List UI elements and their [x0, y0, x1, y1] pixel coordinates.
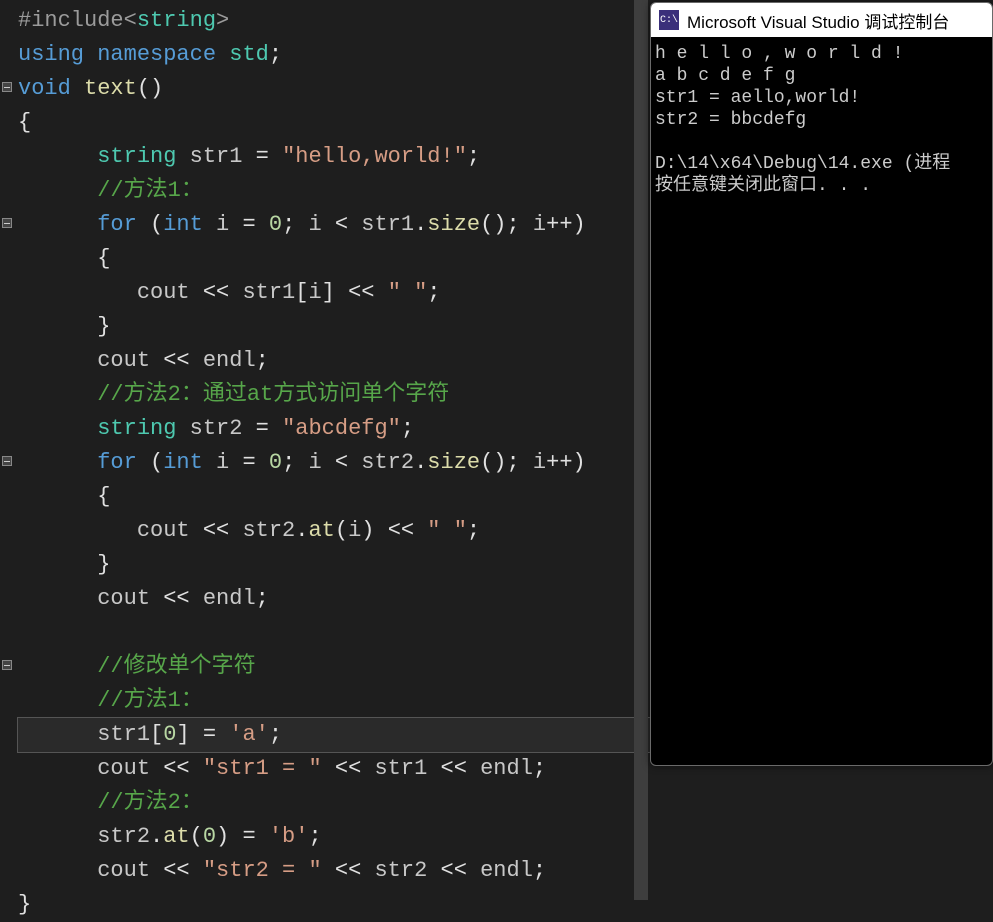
code-line[interactable]: } — [18, 548, 650, 582]
code-line[interactable]: } — [18, 888, 650, 922]
code-line[interactable]: { — [18, 106, 650, 140]
console-line: h e l l o , w o r l d ! — [655, 43, 988, 65]
code-line[interactable] — [18, 616, 650, 650]
code-line[interactable]: { — [18, 242, 650, 276]
code-line[interactable]: for (int i = 0; i < str1.size(); i++) — [18, 208, 650, 242]
code-content[interactable]: #include<string>using namespace std;void… — [0, 4, 650, 922]
code-line[interactable]: cout << "str1 = " << str1 << endl; — [18, 752, 650, 786]
code-line[interactable]: //方法1： — [18, 684, 650, 718]
console-line: str2 = bbcdefg — [655, 109, 988, 131]
console-line: D:\14\x64\Debug\14.exe (进程 — [655, 153, 988, 175]
code-line[interactable]: { — [18, 480, 650, 514]
console-output[interactable]: h e l l o , w o r l d !a b c d e f gstr1… — [651, 37, 992, 203]
code-line[interactable]: using namespace std; — [18, 38, 650, 72]
editor-scrollbar[interactable] — [634, 0, 648, 900]
fold-icon[interactable] — [2, 218, 12, 228]
console-line — [655, 131, 988, 153]
fold-icon[interactable] — [2, 82, 12, 92]
code-line[interactable]: cout << endl; — [18, 344, 650, 378]
code-line[interactable]: //方法2：通过at方式访问单个字符 — [18, 378, 650, 412]
console-line: 按任意键关闭此窗口. . . — [655, 175, 988, 197]
code-line[interactable]: #include<string> — [18, 4, 650, 38]
fold-icon[interactable] — [2, 660, 12, 670]
code-line[interactable]: cout << str1[i] << " "; — [18, 276, 650, 310]
code-line[interactable]: //方法2： — [18, 786, 650, 820]
code-line[interactable]: str2.at(0) = 'b'; — [18, 820, 650, 854]
code-line[interactable]: for (int i = 0; i < str2.size(); i++) — [18, 446, 650, 480]
console-icon: C:\ — [659, 10, 679, 30]
console-title-text: Microsoft Visual Studio 调试控制台 — [687, 8, 949, 33]
code-line[interactable]: //方法1： — [18, 174, 650, 208]
code-line[interactable]: string str1 = "hello,world!"; — [18, 140, 650, 174]
code-line[interactable]: } — [18, 310, 650, 344]
console-line: a b c d e f g — [655, 65, 988, 87]
code-line[interactable]: //修改单个字符 — [18, 650, 650, 684]
code-line[interactable]: string str2 = "abcdefg"; — [18, 412, 650, 446]
editor-gutter — [0, 0, 14, 900]
code-editor[interactable]: #include<string>using namespace std;void… — [0, 0, 650, 900]
console-titlebar[interactable]: C:\ Microsoft Visual Studio 调试控制台 — [651, 3, 992, 37]
console-window[interactable]: C:\ Microsoft Visual Studio 调试控制台 h e l … — [650, 2, 993, 766]
fold-icon[interactable] — [2, 456, 12, 466]
code-line[interactable]: str1[0] = 'a'; — [18, 718, 650, 752]
code-line[interactable]: void text() — [18, 72, 650, 106]
code-line[interactable]: cout << str2.at(i) << " "; — [18, 514, 650, 548]
code-line[interactable]: cout << endl; — [18, 582, 650, 616]
console-line: str1 = aello,world! — [655, 87, 988, 109]
code-line[interactable]: cout << "str2 = " << str2 << endl; — [18, 854, 650, 888]
